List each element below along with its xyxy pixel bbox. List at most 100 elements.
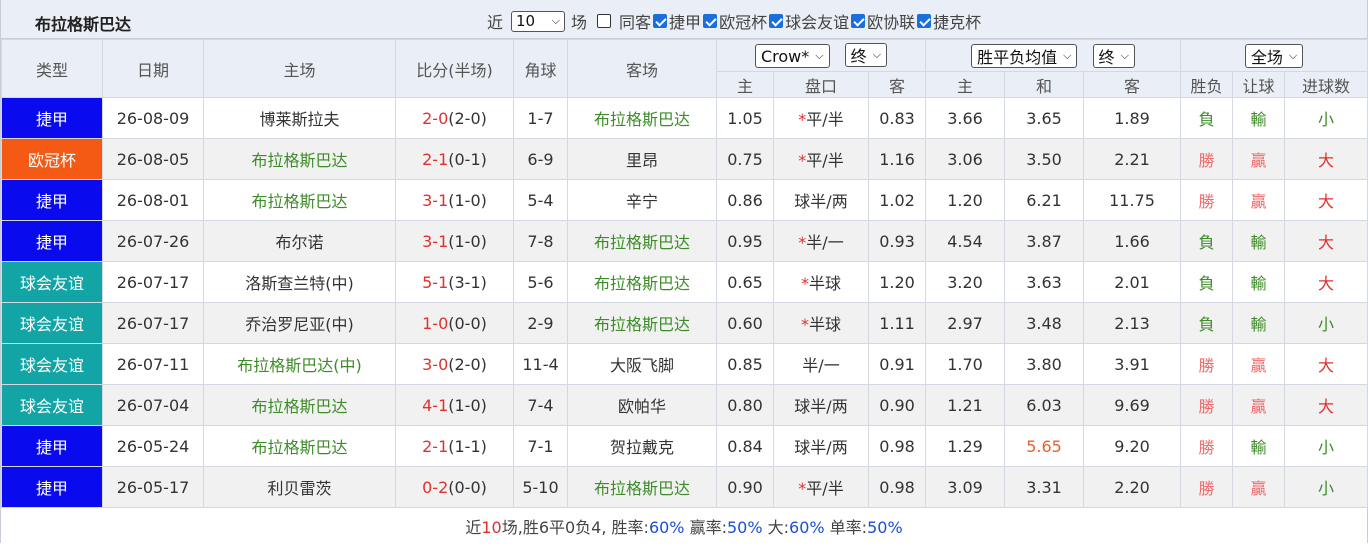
result-cell: 勝 [1180, 138, 1233, 180]
handicap-home-odds: 0.75 [716, 138, 774, 180]
league-filter-checkbox[interactable] [769, 14, 784, 28]
odds-stage-select[interactable]: 终 ⌵ [1092, 43, 1135, 68]
date-cell: 26-05-17 [102, 466, 204, 508]
odds-away: 2.01 [1083, 261, 1181, 303]
table-row: 球会友谊 26-07-11 布拉格斯巴达(中) 3-0(2-0) 11-4 大阪飞脚 0.8… [1, 343, 1368, 385]
match-count-select[interactable]: 10 ⌵ [511, 10, 566, 32]
handicap-line: 半球 [808, 315, 841, 334]
handicap-star-mark: * [800, 315, 809, 334]
home-team-cell[interactable]: 利贝雷茨 [203, 466, 396, 508]
odds-stage-value: 终 [1098, 47, 1115, 67]
scope-select[interactable]: 全场 ⌵ [1244, 43, 1304, 68]
goals-cell: 小 [1283, 97, 1368, 139]
handicap-line: 平/半 [806, 151, 844, 170]
league-cell[interactable]: 捷甲 [1, 466, 103, 508]
home-team-cell[interactable]: 布拉格斯巴达 [203, 138, 396, 180]
home-team-cell[interactable]: 布拉格斯巴达 [203, 425, 396, 467]
league-cell[interactable]: 欧冠杯 [1, 138, 103, 180]
league-filter-label: 捷甲 [669, 13, 702, 32]
corner-cell: 6-9 [513, 138, 568, 180]
score-cell[interactable]: 0-2(0-0) [395, 466, 514, 508]
home-team-cell[interactable]: 布尔诺 [203, 220, 396, 262]
away-team-cell[interactable]: 布拉格斯巴达 [567, 97, 717, 139]
away-team-cell[interactable]: 布拉格斯巴达 [567, 302, 717, 344]
home-team-cell[interactable]: 乔治罗尼亚(中) [203, 302, 396, 344]
league-cell[interactable]: 捷甲 [1, 425, 103, 467]
summary-games: 10 [481, 518, 502, 537]
league-cell[interactable]: 球会友谊 [1, 302, 103, 344]
score-halftime: (2-0) [448, 354, 487, 374]
handicap-result-cell: 贏 [1232, 179, 1285, 221]
score-cell[interactable]: 3-1(1-0) [395, 179, 514, 221]
away-team-cell[interactable]: 大阪飞脚 [567, 343, 717, 385]
score-fulltime: 1-0 [422, 313, 449, 333]
score-cell[interactable]: 2-0(2-0) [395, 97, 514, 139]
odds-away: 2.21 [1083, 138, 1181, 180]
score-halftime: (1-0) [448, 231, 487, 251]
col-odds-draw: 和 [1004, 71, 1084, 98]
corner-cell: 5-10 [513, 466, 568, 508]
table-row: 捷甲 26-08-01 布拉格斯巴达 3-1(1-0) 5-4 辛宁 0.86 球半/两 1.0… [1, 179, 1368, 221]
home-team-cell[interactable]: 布拉格斯巴达(中) [203, 343, 396, 385]
home-team-cell[interactable]: 布拉格斯巴达 [203, 384, 396, 426]
score-cell[interactable]: 2-1(0-1) [395, 138, 514, 180]
league-filter-checkbox[interactable] [653, 14, 668, 28]
score-cell[interactable]: 2-1(1-1) [395, 425, 514, 467]
away-team-cell[interactable]: 布拉格斯巴达 [567, 466, 717, 508]
away-team-cell[interactable]: 欧帕华 [567, 384, 717, 426]
date-cell: 26-07-11 [102, 343, 204, 385]
home-team-cell[interactable]: 博莱斯拉夫 [203, 97, 396, 139]
handicap-home-odds: 0.80 [716, 384, 774, 426]
score-cell[interactable]: 3-1(1-0) [395, 220, 514, 262]
league-cell[interactable]: 球会友谊 [1, 343, 103, 385]
league-cell[interactable]: 捷甲 [1, 220, 103, 262]
score-halftime: (2-0) [448, 108, 487, 128]
matches-table: 类型 日期 主场 比分(半场) 角球 客场 Crow* ⌵ 终 ⌵ 胜平负均值 ⌵ 终… [1, 39, 1368, 508]
away-team-cell[interactable]: 里昂 [567, 138, 717, 180]
recent-matches-panel: 布拉格斯巴达 近 10 ⌵ 场 同客 捷甲 欧冠杯 球会友谊 欧协联 捷克杯 类型 日期… [0, 0, 1368, 543]
handicap-company-select[interactable]: Crow* ⌵ [754, 44, 830, 69]
away-team-cell[interactable]: 贺拉戴克 [567, 425, 717, 467]
handicap-result-cell: 贏 [1232, 138, 1285, 180]
league-cell[interactable]: 捷甲 [1, 179, 103, 221]
date-cell: 26-07-04 [102, 384, 204, 426]
home-team-cell[interactable]: 布拉格斯巴达 [203, 179, 396, 221]
handicap-stage-select[interactable]: 终 ⌵ [844, 42, 888, 67]
handicap-line-cell: *半球 [773, 302, 869, 344]
same-venue-checkbox[interactable] [597, 14, 612, 28]
score-cell[interactable]: 3-0(2-0) [395, 343, 514, 385]
odds-away: 2.20 [1083, 466, 1181, 508]
away-team-cell[interactable]: 布拉格斯巴达 [567, 220, 717, 262]
odds-draw: 3.50 [1004, 138, 1084, 180]
league-filter-label: 欧冠杯 [719, 13, 768, 32]
away-team-cell[interactable]: 辛宁 [567, 179, 717, 221]
col-goals: 进球数 [1283, 71, 1368, 98]
home-team-cell[interactable]: 洛斯查兰特(中) [203, 261, 396, 303]
league-cell[interactable]: 球会友谊 [1, 261, 103, 303]
league-cell[interactable]: 捷甲 [1, 97, 103, 139]
odds-type-select[interactable]: 胜平负均值 ⌵ [971, 43, 1078, 68]
col-handicap-home: 主 [716, 71, 774, 98]
odds-type-value: 胜平负均值 [977, 47, 1058, 67]
col-odds-home: 主 [925, 71, 1005, 98]
summary-win-rate: 60% [648, 518, 685, 537]
league-filter-checkbox[interactable] [703, 14, 718, 28]
away-team-cell[interactable]: 布拉格斯巴达 [567, 261, 717, 303]
odds-home: 1.20 [925, 179, 1005, 221]
league-filter-checkbox[interactable] [851, 14, 866, 28]
score-cell[interactable]: 4-1(1-0) [395, 384, 514, 426]
odds-draw: 3.80 [1004, 343, 1084, 385]
odds-draw: 5.65 [1004, 425, 1084, 467]
score-cell[interactable]: 1-0(0-0) [395, 302, 514, 344]
result-cell: 負 [1180, 97, 1233, 139]
score-cell[interactable]: 5-1(3-1) [395, 261, 514, 303]
handicap-away-odds: 0.98 [868, 425, 926, 467]
chevron-down-icon: ⌵ [551, 14, 561, 27]
odds-draw: 6.03 [1004, 384, 1084, 426]
odds-away: 11.75 [1083, 179, 1181, 221]
handicap-line-cell: *半球 [773, 261, 869, 303]
league-filter-checkbox[interactable] [917, 14, 932, 28]
league-cell[interactable]: 球会友谊 [1, 384, 103, 426]
score-fulltime: 2-1 [422, 436, 449, 456]
col-result: 胜负 [1180, 71, 1233, 98]
